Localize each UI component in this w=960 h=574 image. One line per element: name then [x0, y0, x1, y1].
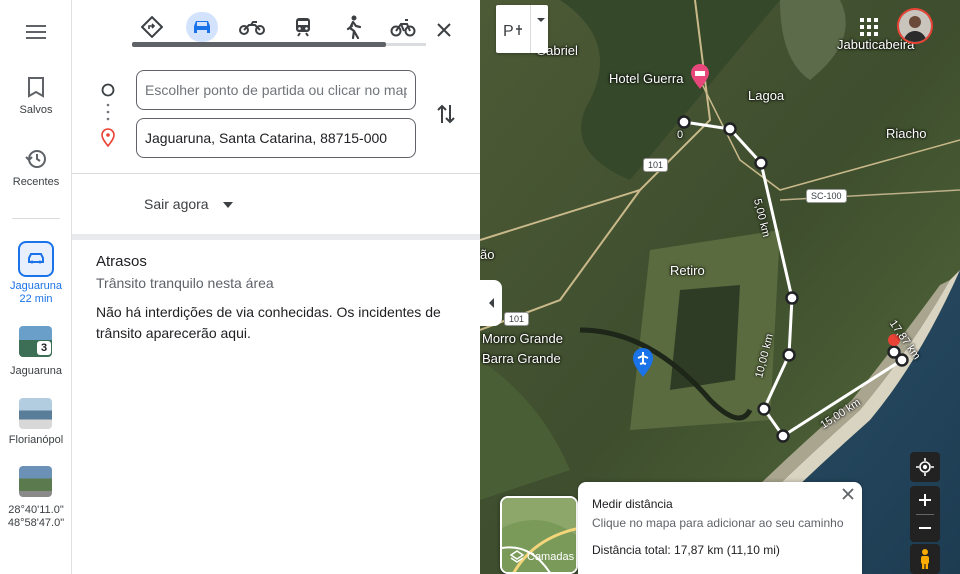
measure-hint: Clique no mapa para adicionar ao seu cam… [592, 516, 844, 530]
chevron-left-icon [489, 298, 494, 308]
panel-divider [72, 173, 480, 174]
train-icon [296, 18, 310, 37]
layers-label: Camadas [527, 551, 575, 563]
minus-icon [919, 527, 931, 529]
pegman-icon [921, 549, 929, 569]
close-icon [842, 488, 854, 500]
delays-description: Não há interdições de via conhecidas. Os… [96, 304, 441, 341]
road-badge-101: 101 [643, 158, 669, 172]
road-badge-101: 101 [504, 312, 530, 326]
zoom-controls [910, 486, 940, 542]
street-view-pegman[interactable] [910, 544, 940, 574]
route-timeline [101, 83, 115, 148]
mode-walking[interactable] [337, 12, 369, 42]
close-icon [437, 23, 451, 37]
close-measure-button[interactable] [840, 486, 856, 502]
dropdown-arrow-icon [223, 202, 234, 209]
saved-button[interactable]: Salvos [0, 76, 72, 116]
airport-pin-icon[interactable] [632, 348, 654, 378]
left-rail: Salvos Recentes Jaguaruna 22 min 3 Jagua… [0, 0, 72, 574]
recent-route-time: 22 min [19, 293, 53, 305]
directions-diamond-icon [141, 16, 163, 38]
road-badge-sc100: SC-100 [806, 189, 847, 203]
recents-button[interactable]: Recentes [0, 148, 72, 188]
directions-panel: Sair agora Atrasos Trânsito tranquilo ne… [72, 0, 480, 574]
menu-icon [26, 25, 46, 39]
close-directions-button[interactable] [430, 16, 458, 44]
mode-selection-bar [132, 42, 386, 47]
destination-pin-icon [101, 128, 115, 148]
map-label-riacho: Riacho [886, 126, 927, 141]
recent-coordinates-lng: 48°58'47.0" [7, 517, 65, 529]
measure-title: Medir distância [592, 497, 673, 511]
mode-cycling[interactable] [387, 12, 419, 42]
bicycle-icon [390, 19, 416, 37]
saved-label: Salvos [19, 104, 53, 116]
layers-caption: Camadas [510, 550, 574, 564]
recent-place-name: Florianópol [8, 434, 64, 446]
destination-input[interactable] [136, 118, 416, 158]
layers-button[interactable]: Camadas [500, 496, 578, 574]
map-label-cutoff: ão [480, 247, 495, 262]
recent-coordinates-thumbnail[interactable] [19, 466, 52, 497]
menu-button[interactable] [0, 24, 72, 46]
map-type-icon: P [503, 23, 522, 39]
hotel-pin-icon[interactable] [690, 64, 710, 90]
svg-text:P: P [503, 23, 514, 39]
user-avatar-icon [899, 10, 931, 42]
rail-divider [12, 218, 60, 219]
mode-motorcycle[interactable] [236, 12, 268, 42]
swap-button[interactable] [432, 100, 460, 128]
recent-place-name: Jaguaruna [10, 365, 62, 377]
plus-icon [919, 494, 931, 506]
motorcycle-icon [239, 21, 265, 35]
map-label-barra-grande: Barra Grande [482, 351, 561, 366]
map-label-hotel-guerra[interactable]: Hotel Guerra [609, 71, 683, 86]
collapse-panel-button[interactable] [480, 280, 502, 326]
satellite-map[interactable]: Gabriel Hotel Guerra Lagoa Riacho Jabuti… [480, 0, 960, 574]
photo-count-badge: 3 [37, 341, 51, 355]
recent-place-florianopolis-thumbnail[interactable] [19, 398, 52, 429]
car-icon [194, 21, 210, 33]
zoom-in-button[interactable] [919, 487, 931, 514]
recent-route-name: Jaguaruna [10, 280, 62, 292]
bookmark-icon [28, 77, 44, 98]
delays-title: Atrasos [96, 253, 147, 270]
map-type-picker[interactable]: P [496, 5, 548, 53]
location-target-icon [916, 458, 934, 476]
layers-icon [510, 550, 524, 563]
recent-route-jaguaruna[interactable] [18, 241, 54, 277]
walking-icon [346, 15, 362, 39]
map-label-lagoa: Lagoa [748, 88, 785, 103]
account-avatar[interactable] [897, 8, 933, 44]
my-location-button[interactable] [910, 452, 940, 482]
swap-vertical-icon [437, 104, 455, 124]
measure-label-start: 0 [677, 129, 684, 141]
zoom-out-button[interactable] [919, 515, 931, 542]
section-divider [72, 234, 480, 240]
depart-label: Sair agora [144, 196, 209, 212]
google-apps-button[interactable] [860, 18, 878, 41]
delays-subtitle: Trânsito tranquilo nesta área [96, 275, 274, 291]
measure-total: Distância total: 17,87 km (11,10 mi) [592, 543, 780, 557]
apps-grid-icon [860, 18, 878, 36]
dropdown-arrow-icon [537, 18, 545, 22]
history-icon [25, 150, 46, 168]
depart-time-dropdown[interactable]: Sair agora [144, 196, 234, 212]
map-label-morro-grande: Morro Grande [482, 331, 563, 346]
origin-input[interactable] [136, 70, 416, 110]
car-icon [28, 253, 44, 264]
measure-distance-card: Medir distância Clique no mapa para adic… [578, 482, 862, 574]
origin-circle-icon [101, 83, 115, 97]
recent-coordinates-lat: 28°40'11.0" [8, 504, 64, 516]
recent-place-jaguaruna-thumbnail[interactable]: 3 [19, 326, 52, 357]
recents-label: Recentes [12, 176, 60, 188]
mode-selection-track [386, 43, 426, 46]
mode-driving[interactable] [186, 12, 218, 42]
mode-transit[interactable] [287, 12, 319, 42]
mode-best-route[interactable] [136, 12, 168, 42]
map-label-retiro: Retiro [670, 263, 705, 278]
